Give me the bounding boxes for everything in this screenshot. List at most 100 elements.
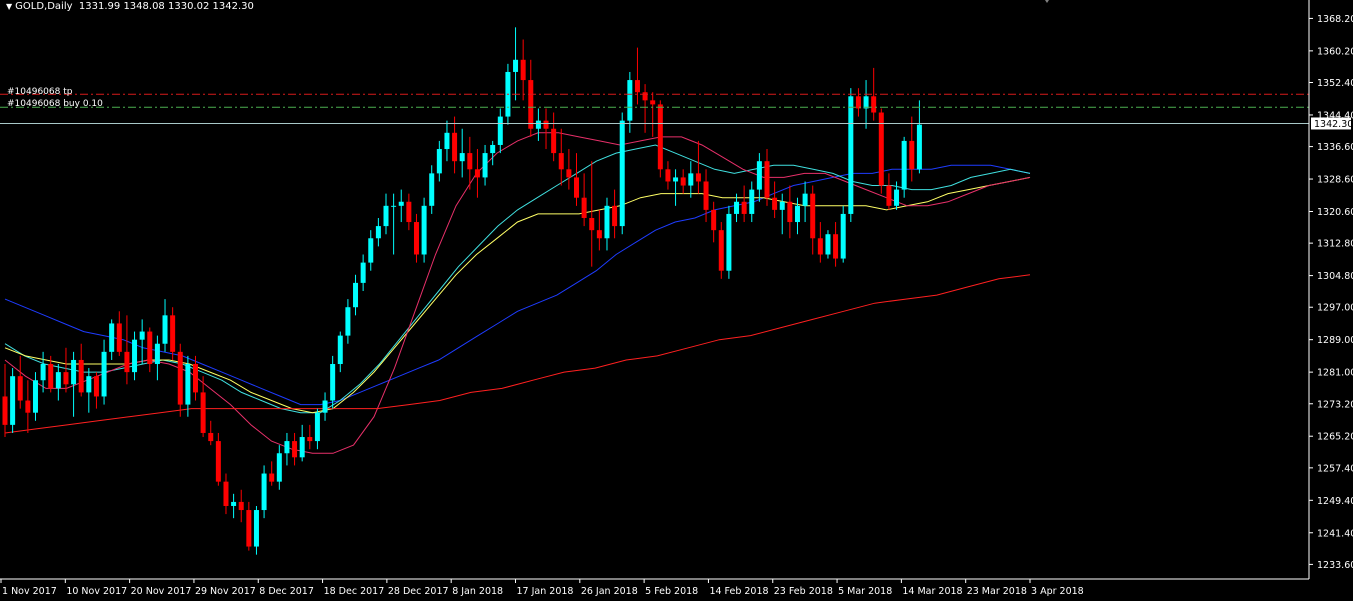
candle-body xyxy=(223,481,229,506)
candle-body xyxy=(162,315,168,344)
candle-body xyxy=(200,392,206,433)
moving-average-line-1 xyxy=(4,164,1031,406)
y-tick-label: 1352.40 xyxy=(1317,78,1353,89)
x-tick-label: 17 Jan 2018 xyxy=(517,586,574,597)
y-tick-label: 1257.40 xyxy=(1317,463,1353,474)
candle-body xyxy=(657,104,663,170)
candle-body xyxy=(215,441,221,482)
candle-body xyxy=(208,432,214,442)
candle-body xyxy=(749,189,755,214)
candle-body xyxy=(764,161,770,198)
x-tick-label: 23 Mar 2018 xyxy=(967,586,1027,597)
candle-body xyxy=(817,238,823,255)
current-price-label: 1342.30 xyxy=(1314,119,1353,130)
candle-body xyxy=(741,201,747,214)
candle-body xyxy=(109,323,115,352)
candle-body xyxy=(894,189,900,206)
x-tick-label: 23 Feb 2018 xyxy=(774,586,833,597)
candle-body xyxy=(124,351,130,373)
chart-shift-marker-icon[interactable] xyxy=(1042,0,1052,5)
triangle-down-icon: ▼ xyxy=(6,2,13,11)
y-tick-label: 1360.20 xyxy=(1317,46,1353,57)
candle-body xyxy=(116,323,122,352)
y-tick-label: 1273.20 xyxy=(1317,399,1353,410)
candle-body xyxy=(688,173,694,186)
candle-body xyxy=(695,173,701,182)
candle-body xyxy=(177,351,183,405)
x-tick-label: 18 Dec 2017 xyxy=(324,586,385,597)
candle-body xyxy=(848,96,854,214)
candle-body xyxy=(330,364,336,401)
x-tick-label: 10 Nov 2017 xyxy=(66,586,127,597)
candle-body xyxy=(528,80,534,129)
candle-body xyxy=(154,343,160,365)
symbol-timeframe: GOLD,Daily xyxy=(15,1,73,12)
candle-body xyxy=(48,364,54,389)
candle-body xyxy=(612,205,618,227)
candle-body xyxy=(497,116,503,145)
candle-body xyxy=(634,80,640,93)
candle-body xyxy=(520,59,526,81)
x-tick-label: 20 Nov 2017 xyxy=(131,586,192,597)
y-tick-label: 1304.80 xyxy=(1317,271,1353,282)
candle-body xyxy=(132,339,138,373)
candle-body xyxy=(307,437,313,442)
y-tick-label: 1265.20 xyxy=(1317,432,1353,443)
x-tick-label: 28 Dec 2017 xyxy=(388,586,449,597)
candle-body xyxy=(353,282,359,308)
y-tick-label: 1281.00 xyxy=(1317,368,1353,379)
y-tick-label: 1320.60 xyxy=(1317,207,1353,218)
y-tick-label: 1336.60 xyxy=(1317,142,1353,153)
candle-body xyxy=(650,100,656,105)
candle-body xyxy=(810,193,816,239)
candle-body xyxy=(193,364,198,393)
candle-body xyxy=(71,359,77,385)
candle-body xyxy=(93,376,99,397)
candle-body xyxy=(596,230,602,239)
candle-body xyxy=(551,128,557,154)
candle-body xyxy=(543,120,549,129)
candle-body xyxy=(276,453,282,482)
candle-body xyxy=(86,376,92,393)
candle-body xyxy=(436,149,442,174)
candle-body xyxy=(665,169,671,182)
candle-body xyxy=(63,372,69,385)
candle-body xyxy=(642,92,648,101)
x-tick-label: 14 Feb 2018 xyxy=(709,586,768,597)
candle-body xyxy=(368,238,374,263)
candle-body xyxy=(139,331,145,340)
high-value: 1348.08 xyxy=(123,1,165,12)
candle-body xyxy=(413,222,419,255)
candle-body xyxy=(574,177,579,198)
y-tick-label: 1297.00 xyxy=(1317,303,1353,314)
low-value: 1330.02 xyxy=(167,1,210,12)
moving-average-line-4 xyxy=(4,132,1031,454)
candle-body xyxy=(185,364,191,405)
candle-body xyxy=(292,441,298,458)
candle-body xyxy=(604,205,610,239)
candle-body xyxy=(909,140,915,170)
candle-body xyxy=(147,331,153,365)
candle-body xyxy=(406,201,412,223)
candle-body xyxy=(299,437,305,458)
candle-body xyxy=(246,510,252,547)
candle-body xyxy=(429,173,435,206)
candle-body xyxy=(787,201,793,223)
candle-body xyxy=(490,144,496,154)
y-tick-label: 1368.20 xyxy=(1317,14,1353,25)
close-value: 1342.30 xyxy=(212,1,254,12)
candle-body xyxy=(40,364,46,381)
candle-body xyxy=(32,380,38,413)
candle-body xyxy=(703,181,709,210)
candle-body xyxy=(566,169,572,178)
candle-body xyxy=(718,230,724,271)
candle-body xyxy=(261,473,267,511)
candle-body xyxy=(482,153,488,178)
candle-body xyxy=(421,205,427,255)
y-tick-label: 1241.40 xyxy=(1317,528,1353,539)
candle-body xyxy=(558,153,564,170)
candle-body xyxy=(833,234,839,259)
candle-body xyxy=(756,161,762,190)
price-chart[interactable]: 1368.201360.201352.401344.401336.601328.… xyxy=(0,0,1353,601)
candle-body xyxy=(840,213,846,259)
